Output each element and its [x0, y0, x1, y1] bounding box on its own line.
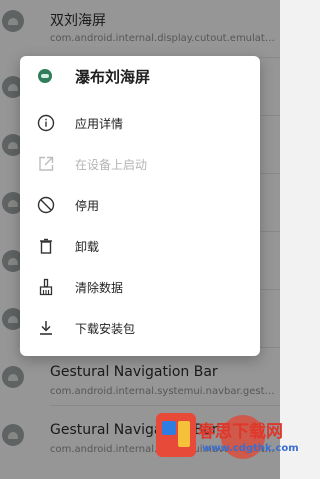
app-icon [38, 69, 52, 83]
launch-icon [39, 156, 54, 171]
menu-item-label: 应用详情 [75, 117, 124, 131]
dialog-app-name: 瀑布刘海屏 [75, 68, 151, 86]
menu-item-label: 下载安装包 [75, 322, 136, 336]
menu-item-label: 卸载 [75, 240, 100, 254]
menu-item-clear-data[interactable]: 清除数据 [20, 267, 260, 307]
trash-icon [40, 238, 52, 254]
menu-item-label: 停用 [75, 199, 100, 213]
menu-item-launch[interactable]: 在设备上启动 [20, 144, 260, 184]
watermark-logo [156, 413, 196, 457]
app-actions-dialog: 瀑布刘海屏 应用详情 在设备上启动 停用 卸载 清除数据 下载安装包 [20, 56, 260, 356]
menu-item-uninstall[interactable]: 卸载 [20, 226, 260, 266]
watermark-title: 春思下载网 [198, 422, 283, 442]
menu-item-label: 清除数据 [75, 281, 124, 295]
menu-item-download-apk[interactable]: 下载安装包 [20, 308, 260, 348]
info-icon [37, 114, 55, 132]
site-watermark: 春思下载网 www.cdgthk.com [156, 409, 299, 479]
block-icon [37, 196, 55, 214]
watermark-url: www.cdgthk.com [202, 443, 299, 454]
menu-item-label: 在设备上启动 [75, 158, 148, 172]
dialog-header: 瀑布刘海屏 [20, 56, 260, 98]
menu-item-app-details[interactable]: 应用详情 [20, 103, 260, 143]
broom-icon [39, 278, 53, 296]
download-icon [40, 321, 52, 335]
menu-item-disable[interactable]: 停用 [20, 185, 260, 225]
